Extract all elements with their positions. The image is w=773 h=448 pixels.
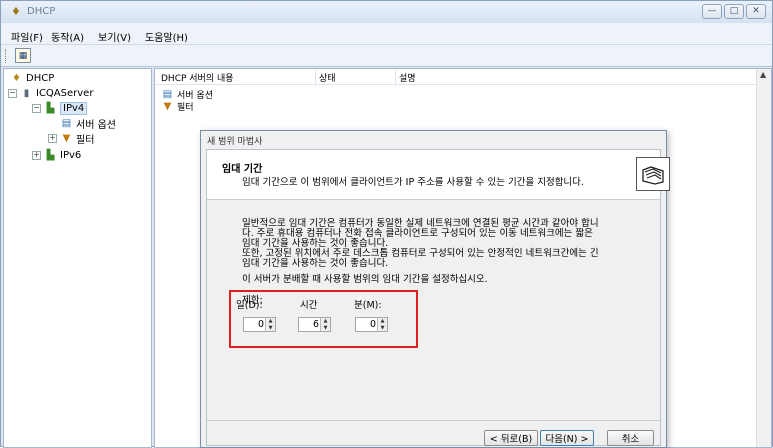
days-label: 일(D):: [236, 300, 263, 311]
dhcp-app-icon: ♦: [11, 5, 21, 18]
page-subtitle: 임대 기간으로 이 범위에서 클라이언트가 IP 주소를 사용할 수 있는 기간…: [242, 177, 584, 188]
server-options-icon: ▤: [162, 88, 173, 100]
minutes-spinner[interactable]: 0 ▲ ▼: [355, 317, 388, 332]
wizard-title: 새 범위 마법사: [207, 137, 263, 147]
hours-label: 시간: [300, 300, 318, 311]
column-header-status[interactable]: 상태: [319, 71, 336, 84]
hours-spinner[interactable]: 6 ▲ ▼: [298, 317, 331, 332]
close-button[interactable]: ✕: [746, 4, 766, 19]
wizard-header: 임대 기간 임대 기간으로 이 범위에서 클라이언트가 IP 주소를 사용할 수…: [207, 150, 660, 200]
title-bar: ♦ DHCP — □ ✕: [1, 1, 772, 23]
vertical-scrollbar[interactable]: ▲: [756, 69, 771, 447]
minimize-button[interactable]: —: [702, 4, 722, 19]
server-icon: ▮: [23, 87, 30, 99]
spin-down-icon[interactable]: ▼: [266, 324, 275, 331]
tree-node-ipv6[interactable]: + ▙ IPv6: [32, 148, 81, 162]
wizard-folder-icon: [636, 157, 670, 191]
days-stepper[interactable]: ▲ ▼: [265, 318, 275, 331]
lease-duration-fields: 일(D): 시간 분(M): 0 ▲ ▼ 6 ▲ ▼ 0 ▲ ▼: [236, 297, 431, 355]
column-header-contents[interactable]: DHCP 서버의 내용: [161, 71, 234, 84]
days-spinner[interactable]: 0 ▲ ▼: [243, 317, 276, 332]
toolbar-grip: [5, 49, 8, 63]
collapse-icon[interactable]: −: [8, 88, 17, 98]
new-scope-wizard-dialog: 새 범위 마법사 임대 기간 임대 기간으로 이 범위에서 클라이언트가 IP …: [200, 130, 670, 448]
menu-file[interactable]: 파일(F): [11, 29, 43, 44]
server-options-icon: ▤: [61, 117, 72, 129]
list-item[interactable]: ▼ 필터: [161, 100, 194, 113]
ipv4-icon: ▙: [46, 102, 55, 114]
minutes-stepper[interactable]: ▲ ▼: [377, 318, 387, 331]
instruction-text: 이 서버가 분배할 때 사용할 범위의 임대 기간을 설정하십시오.: [242, 274, 488, 285]
wizard-footer: < 뒤로(B) 다음(N) > 취소: [207, 420, 660, 447]
ipv6-icon: ▙: [46, 149, 55, 161]
menu-action[interactable]: 동작(A): [51, 29, 84, 44]
console-tree: ♦ DHCP − ▮ ICQAServer − ▙ IPv4 ▤ 서버 옵션 +…: [3, 68, 152, 448]
tree-node-filters[interactable]: + ▼ 필터: [48, 131, 94, 146]
minutes-label: 분(M):: [354, 300, 382, 311]
column-header-description[interactable]: 설명: [399, 71, 416, 84]
description-paragraph: 일반적으로 임대 기간은 컴퓨터가 동일한 실제 네트워크에 연결된 평균 시간…: [242, 218, 599, 269]
maximize-button[interactable]: □: [724, 4, 744, 19]
toolbar: ▦: [1, 45, 772, 67]
filter-icon: ▼: [163, 100, 172, 112]
show-hide-console-tree-icon[interactable]: ▦: [15, 48, 31, 63]
expand-icon[interactable]: +: [48, 133, 57, 143]
hours-value[interactable]: 6: [313, 319, 319, 330]
spin-down-icon[interactable]: ▼: [378, 324, 387, 331]
back-button[interactable]: < 뒤로(B): [484, 430, 538, 446]
spin-down-icon[interactable]: ▼: [321, 324, 330, 331]
menu-bar: 파일(F) 동작(A) 보기(V) 도움말(H): [1, 23, 772, 45]
window-controls: — □ ✕: [702, 4, 766, 19]
menu-help[interactable]: 도움말(H): [145, 29, 188, 44]
page-title: 임대 기간: [222, 164, 263, 175]
next-button[interactable]: 다음(N) >: [540, 430, 594, 446]
expand-icon[interactable]: +: [32, 150, 41, 160]
collapse-icon[interactable]: −: [32, 103, 41, 113]
column-header: DHCP 서버의 내용 상태 설명: [155, 69, 757, 85]
tree-node-server-options[interactable]: ▤ 서버 옵션: [60, 116, 116, 131]
window-title: DHCP: [27, 6, 56, 17]
list-item[interactable]: ▤ 서버 옵션: [161, 88, 213, 101]
menu-view[interactable]: 보기(V): [98, 29, 131, 44]
days-value[interactable]: 0: [258, 319, 264, 330]
tree-node-ipv4[interactable]: − ▙ IPv4: [32, 101, 88, 115]
filter-icon: ▼: [62, 132, 71, 144]
dhcp-icon: ♦: [12, 72, 21, 84]
scroll-up-icon[interactable]: ▲: [760, 70, 766, 79]
tree-node-server[interactable]: − ▮ ICQAServer: [8, 86, 93, 100]
hours-stepper[interactable]: ▲ ▼: [320, 318, 330, 331]
tree-node-dhcp[interactable]: ♦ DHCP: [10, 71, 54, 85]
minutes-value[interactable]: 0: [370, 319, 376, 330]
mmc-window: ♦ DHCP — □ ✕ 파일(F) 동작(A) 보기(V) 도움말(H) ▦ …: [0, 0, 773, 448]
cancel-button[interactable]: 취소: [607, 430, 654, 446]
